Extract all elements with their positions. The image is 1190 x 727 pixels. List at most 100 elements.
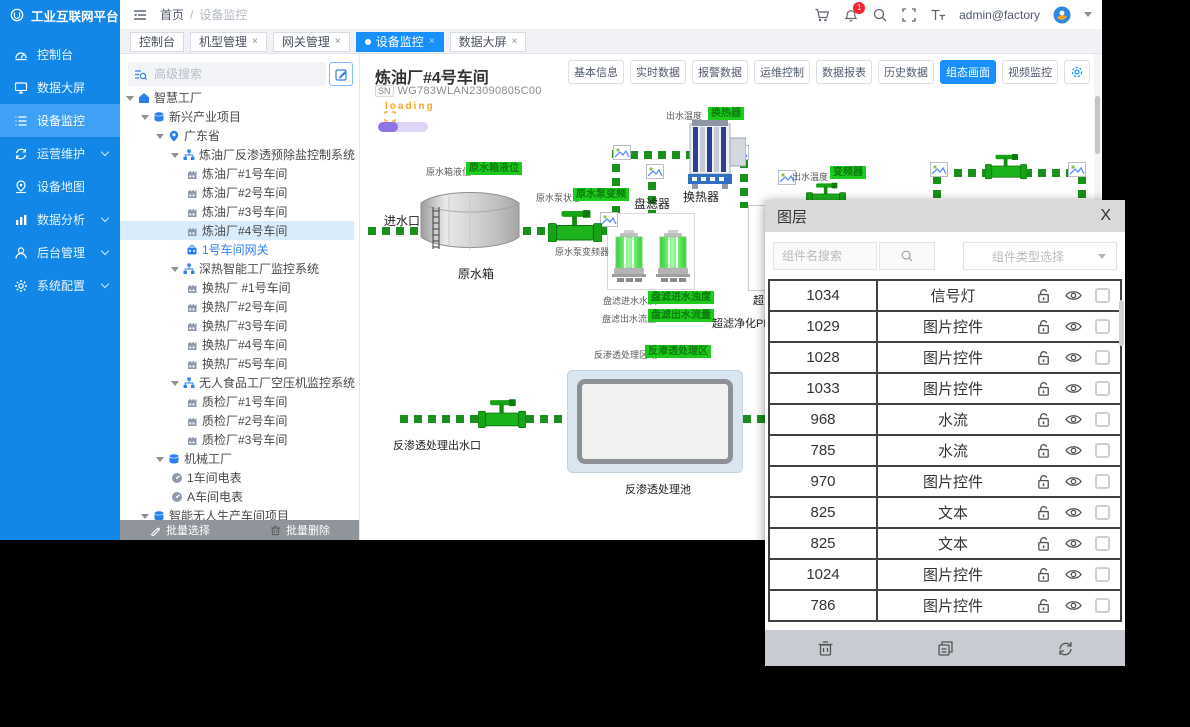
search-icon[interactable] <box>872 7 888 23</box>
unlock-icon[interactable] <box>1036 598 1052 614</box>
outlet-valve[interactable] <box>478 398 526 428</box>
close-icon[interactable]: × <box>429 36 435 47</box>
eye-icon[interactable] <box>1065 537 1082 550</box>
layers-scrollbar-thumb[interactable] <box>1119 300 1124 346</box>
copy-layers-icon[interactable] <box>937 640 954 657</box>
tree-node[interactable]: 质检厂#3号车间 <box>186 430 287 449</box>
tab-gateway-mgmt[interactable]: 网关管理× <box>273 32 350 52</box>
tree-node[interactable]: A车间电表 <box>171 487 243 506</box>
tree-node[interactable]: 智能无人生产车间项目 <box>141 506 289 520</box>
pump-valve[interactable] <box>548 209 602 242</box>
tree-node[interactable]: 换热厂#2号车间 <box>186 297 287 316</box>
ro-area-tag[interactable]: 反渗透处理区 <box>645 345 711 358</box>
tree-node[interactable]: 1号车间网关 <box>186 240 269 259</box>
refresh-layers-icon[interactable] <box>1057 640 1074 657</box>
layer-row[interactable]: 1029图片控件 <box>768 310 1122 343</box>
layer-checkbox[interactable] <box>1095 412 1110 427</box>
layer-row[interactable]: 1033图片控件 <box>768 372 1122 405</box>
eye-icon[interactable] <box>1065 289 1082 302</box>
eye-icon[interactable] <box>1065 506 1082 519</box>
basic-info-button[interactable]: 基本信息 <box>568 60 624 84</box>
close-icon[interactable]: X <box>1100 207 1111 225</box>
sidebar-item-operations[interactable]: 运营维护 <box>0 137 120 170</box>
layer-search-box[interactable] <box>773 242 877 270</box>
layer-checkbox[interactable] <box>1095 381 1110 396</box>
layers-panel-header[interactable]: 图层 X <box>765 200 1125 232</box>
filter-canister[interactable] <box>612 230 646 282</box>
filter-canister[interactable] <box>656 230 690 282</box>
hmi-screen-button[interactable]: 组态画面 <box>940 60 996 84</box>
user-email[interactable]: admin@factory <box>959 8 1040 22</box>
df-out-tag[interactable]: 盘滤出水流量 <box>648 309 714 322</box>
sidebar-item-console[interactable]: 控制台 <box>0 38 120 71</box>
layer-row[interactable]: 968水流 <box>768 403 1122 436</box>
unlock-icon[interactable] <box>1036 567 1052 583</box>
layer-checkbox[interactable] <box>1095 536 1110 551</box>
unlock-icon[interactable] <box>1036 288 1052 304</box>
close-icon[interactable]: × <box>335 36 341 47</box>
sidebar-item-system-config[interactable]: 系统配置 <box>0 269 120 302</box>
caret-down-icon[interactable] <box>156 134 164 143</box>
layer-search-input[interactable] <box>774 243 876 269</box>
valve[interactable] <box>985 150 1027 182</box>
raw-water-tank[interactable] <box>417 185 523 255</box>
notification-bell[interactable]: 1 <box>843 7 859 23</box>
close-icon[interactable]: × <box>512 36 518 47</box>
data-report-button[interactable]: 数据报表 <box>816 60 872 84</box>
layer-type-select[interactable]: 组件类型选择 <box>963 242 1117 270</box>
fullscreen-icon[interactable] <box>901 7 917 23</box>
tree-node[interactable]: 换热厂#5号车间 <box>186 354 287 373</box>
unlock-icon[interactable] <box>1036 443 1052 459</box>
history-data-button[interactable]: 历史数据 <box>878 60 934 84</box>
layer-checkbox[interactable] <box>1095 443 1110 458</box>
layer-checkbox[interactable] <box>1095 288 1110 303</box>
tree-node[interactable]: 广东省 <box>156 126 220 145</box>
heat-exchanger[interactable] <box>684 120 746 194</box>
tree-node[interactable]: 1车间电表 <box>171 468 242 487</box>
layer-row[interactable]: 970图片控件 <box>768 465 1122 498</box>
eye-icon[interactable] <box>1065 413 1082 426</box>
unlock-icon[interactable] <box>1036 381 1052 397</box>
tree-node[interactable]: 新兴产业项目 <box>141 107 241 126</box>
batch-delete-button[interactable]: 批量删除 <box>240 520 360 540</box>
tab-device-monitor[interactable]: 设备监控× <box>356 32 444 52</box>
tree-node[interactable]: 智慧工厂 <box>126 88 202 107</box>
sidebar-item-device-map[interactable]: 设备地图 <box>0 170 120 203</box>
caret-down-icon[interactable] <box>171 381 179 390</box>
tree-node[interactable]: 炼油厂#3号车间 <box>186 202 287 221</box>
layer-checkbox[interactable] <box>1095 319 1110 334</box>
layer-row[interactable]: 825文本 <box>768 496 1122 529</box>
unlock-icon[interactable] <box>1036 412 1052 428</box>
sidebar-item-admin[interactable]: 后台管理 <box>0 236 120 269</box>
sidebar-item-device-monitor[interactable]: 设备监控 <box>0 104 120 137</box>
user-menu-caret-icon[interactable] <box>1084 12 1092 21</box>
ops-control-button[interactable]: 运维控制 <box>754 60 810 84</box>
tab-data-screen[interactable]: 数据大屏× <box>450 32 527 52</box>
sidebar-item-data-analysis[interactable]: 数据分析 <box>0 203 120 236</box>
eye-icon[interactable] <box>1065 382 1082 395</box>
tree-node[interactable]: 机械工厂 <box>156 449 232 468</box>
layer-row[interactable]: 1024图片控件 <box>768 558 1122 591</box>
layer-search-button[interactable] <box>879 242 935 270</box>
pump-tag[interactable]: 原水泵变频 <box>573 188 629 201</box>
unlock-icon[interactable] <box>1036 474 1052 490</box>
eye-icon[interactable] <box>1065 351 1082 364</box>
video-monitor-button[interactable]: 视频监控 <box>1002 60 1058 84</box>
caret-down-icon[interactable] <box>171 267 179 276</box>
close-icon[interactable]: × <box>252 36 258 47</box>
df-in-tag[interactable]: 盘滤进水浊度 <box>648 291 714 304</box>
tree-node[interactable]: 换热厂#3号车间 <box>186 316 287 335</box>
unlock-icon[interactable] <box>1036 536 1052 552</box>
sidebar-item-data-screen[interactable]: 数据大屏 <box>0 71 120 104</box>
tree-node[interactable]: 深热智能工厂监控系统 <box>171 259 319 278</box>
breadcrumb-home[interactable]: 首页 <box>160 6 184 23</box>
eye-icon[interactable] <box>1065 599 1082 612</box>
realtime-data-button[interactable]: 实时数据 <box>630 60 686 84</box>
font-size-icon[interactable] <box>930 7 946 23</box>
layer-row[interactable]: 825文本 <box>768 527 1122 560</box>
canvas-settings-button[interactable] <box>1064 60 1090 84</box>
tree-node-selected[interactable]: 炼油厂#4号车间 <box>186 221 287 240</box>
layer-row[interactable]: 1028图片控件 <box>768 341 1122 374</box>
eye-icon[interactable] <box>1065 444 1082 457</box>
tab-model-mgmt[interactable]: 机型管理× <box>190 32 267 52</box>
